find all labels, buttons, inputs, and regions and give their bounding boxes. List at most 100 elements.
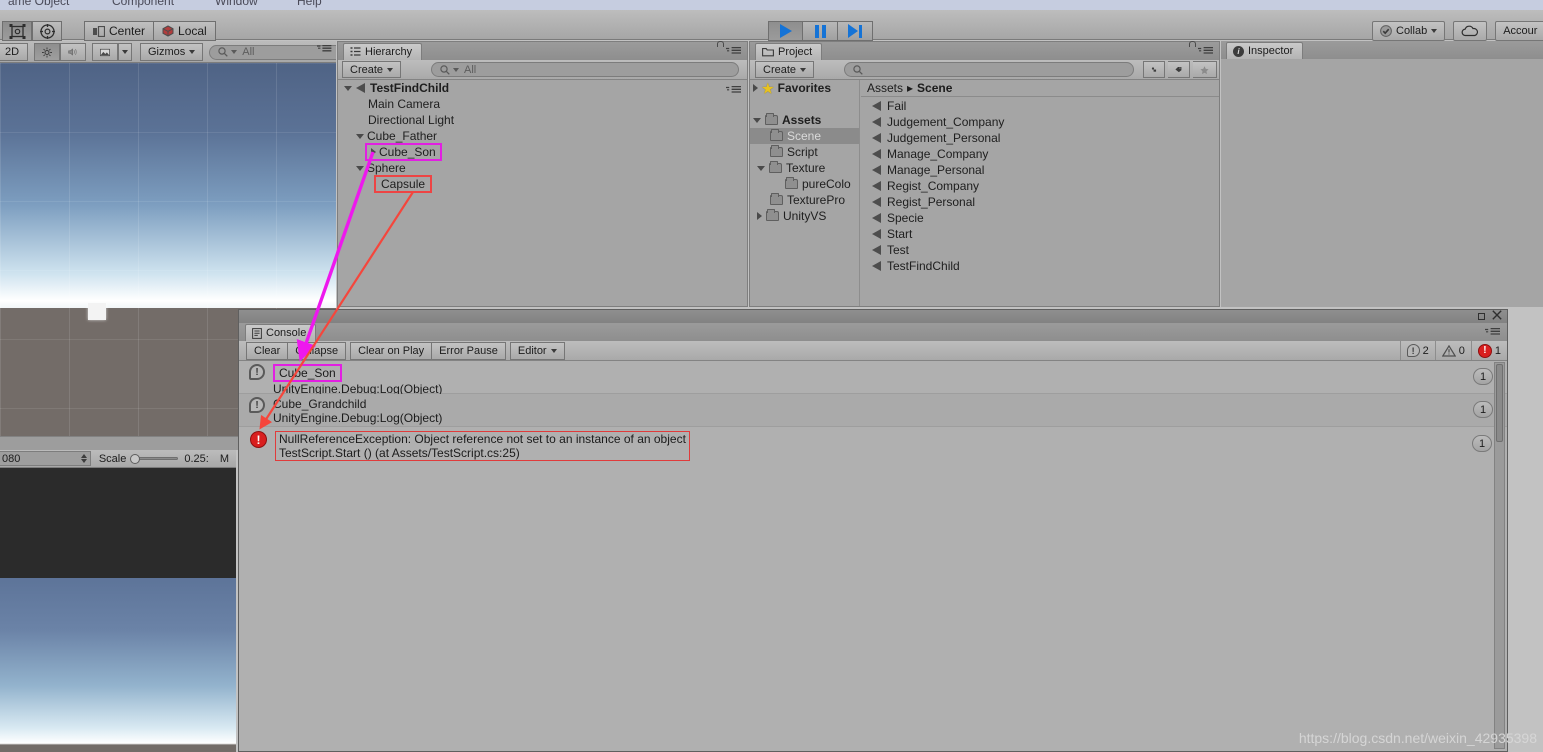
hierarchy-item-capsule[interactable]: Capsule bbox=[338, 176, 747, 192]
tab-console[interactable]: Console bbox=[245, 324, 316, 341]
console-clear-button[interactable]: Clear bbox=[246, 342, 288, 360]
game-maximize-button[interactable]: M bbox=[213, 450, 236, 468]
menu-item-help[interactable]: Help bbox=[297, 0, 322, 8]
chevron-right-icon[interactable] bbox=[371, 148, 376, 156]
project-tree-textureprocess[interactable]: TexturePro bbox=[750, 192, 859, 208]
project-asset-specie[interactable]: Specie bbox=[861, 210, 1219, 226]
project-asset-fail[interactable]: Fail bbox=[861, 98, 1219, 114]
project-tree-assets[interactable]: Assets bbox=[750, 112, 859, 128]
hierarchy-search-input[interactable]: All bbox=[431, 62, 739, 77]
console-message-list[interactable]: ! Cube_Son UnityEngine.Debug:Log(Object)… bbox=[239, 361, 1507, 751]
chevron-down-icon[interactable] bbox=[757, 166, 765, 171]
scene-fx-dropdown[interactable] bbox=[118, 43, 132, 61]
scene-lighting-toggle[interactable] bbox=[34, 43, 60, 61]
hierarchy-item-testfindchild[interactable]: TestFindChild bbox=[338, 80, 747, 96]
pause-button[interactable] bbox=[803, 21, 838, 41]
asset-label: Specie bbox=[887, 211, 924, 225]
console-message-row[interactable]: ! Cube_Grandchild UnityEngine.Debug:Log(… bbox=[239, 394, 1507, 427]
project-filter-type-button[interactable] bbox=[1143, 61, 1165, 78]
console-error-counter[interactable]: ! 1 bbox=[1471, 341, 1507, 360]
scene-gizmos-dropdown[interactable]: Gizmos bbox=[140, 43, 203, 61]
chevron-down-icon[interactable] bbox=[356, 166, 364, 171]
game-resolution-dropdown[interactable]: 080 bbox=[0, 451, 91, 466]
hierarchy-scene-menu-icon[interactable] bbox=[725, 83, 742, 97]
hierarchy-item-main-camera[interactable]: Main Camera bbox=[338, 96, 747, 112]
game-viewport[interactable] bbox=[0, 468, 236, 752]
project-asset-manage-company[interactable]: Manage_Company bbox=[861, 146, 1219, 162]
pivot-rotation-button[interactable]: Local bbox=[154, 21, 216, 41]
scrollbar-thumb[interactable] bbox=[1496, 364, 1503, 442]
console-message-row[interactable]: ! NullReferenceException: Object referen… bbox=[239, 427, 1507, 460]
project-tree-purecolor[interactable]: pureColo bbox=[750, 176, 859, 192]
console-info-counter[interactable]: ! 2 bbox=[1400, 341, 1435, 360]
hierarchy-create-button[interactable]: Create bbox=[342, 61, 401, 78]
menu-item-gameobject[interactable]: ame Object bbox=[8, 0, 69, 8]
console-panel-menu-icon[interactable] bbox=[1484, 327, 1501, 339]
collab-button[interactable]: Collab bbox=[1372, 21, 1445, 41]
close-icon[interactable] bbox=[1492, 310, 1502, 323]
account-button[interactable]: Accour bbox=[1495, 21, 1543, 41]
scene-fx-toggle[interactable] bbox=[92, 43, 118, 61]
minimize-icon[interactable] bbox=[1478, 313, 1485, 320]
play-button[interactable] bbox=[768, 21, 803, 41]
menu-bar[interactable]: ame Object Component Window Help bbox=[0, 0, 1543, 10]
game-view[interactable]: 080 Scale 0.25: M bbox=[0, 450, 236, 752]
console-editor-dropdown[interactable]: Editor bbox=[510, 342, 565, 360]
console-warning-counter[interactable]: 0 bbox=[1435, 341, 1471, 360]
scene-2d-toggle[interactable]: 2D bbox=[0, 43, 28, 61]
project-filter-label-button[interactable] bbox=[1168, 61, 1190, 78]
console-message-row[interactable]: ! Cube_Son UnityEngine.Debug:Log(Object)… bbox=[239, 361, 1507, 394]
console-clear-on-play-button[interactable]: Clear on Play bbox=[350, 342, 432, 360]
pivot-mode-button[interactable]: Center bbox=[84, 21, 154, 41]
chevron-right-icon[interactable] bbox=[753, 84, 758, 92]
project-asset-start[interactable]: Start bbox=[861, 226, 1219, 242]
project-panel-menu-icon[interactable] bbox=[1197, 46, 1214, 58]
project-asset-test[interactable]: Test bbox=[861, 242, 1219, 258]
hierarchy-tree[interactable]: TestFindChild Main Camera Directional Li… bbox=[338, 80, 747, 306]
hierarchy-item-cube-son[interactable]: Cube_Son bbox=[338, 144, 747, 160]
scene-audio-toggle[interactable] bbox=[60, 43, 86, 61]
project-tree-texture[interactable]: Texture bbox=[750, 160, 859, 176]
chevron-down-icon[interactable] bbox=[356, 134, 364, 139]
project-asset-manage-personal[interactable]: Manage_Personal bbox=[861, 162, 1219, 178]
hierarchy-panel-menu-icon[interactable] bbox=[725, 46, 742, 58]
cloud-button[interactable] bbox=[1453, 21, 1487, 41]
project-asset-regist-personal[interactable]: Regist_Personal bbox=[861, 194, 1219, 210]
step-button[interactable] bbox=[838, 21, 873, 41]
project-asset-testfindchild[interactable]: TestFindChild bbox=[861, 258, 1219, 274]
chevron-down-icon[interactable] bbox=[753, 118, 761, 123]
project-create-button[interactable]: Create bbox=[755, 61, 814, 78]
console-scrollbar[interactable] bbox=[1494, 362, 1505, 749]
rect-tool-icon[interactable] bbox=[2, 21, 32, 41]
menu-item-component[interactable]: Component bbox=[112, 0, 174, 8]
transform-tool-icon[interactable] bbox=[32, 21, 62, 41]
scene-panel-menu-icon[interactable] bbox=[316, 44, 332, 56]
hierarchy-item-sphere[interactable]: Sphere bbox=[338, 160, 747, 176]
hierarchy-item-cube-father[interactable]: Cube_Father bbox=[338, 128, 747, 144]
breadcrumb-assets[interactable]: Assets bbox=[867, 81, 903, 95]
chevron-right-icon[interactable] bbox=[757, 212, 762, 220]
hierarchy-item-directional-light[interactable]: Directional Light bbox=[338, 112, 747, 128]
chevron-down-icon[interactable] bbox=[344, 86, 352, 91]
tab-inspector[interactable]: i Inspector bbox=[1226, 42, 1303, 59]
console-collapse-button[interactable]: Collapse bbox=[288, 342, 346, 360]
project-tree-favorites[interactable]: ★ Favorites bbox=[750, 80, 859, 96]
project-favorites-button[interactable] bbox=[1193, 61, 1217, 78]
scene-object-cube[interactable] bbox=[88, 303, 106, 320]
project-search-input[interactable] bbox=[844, 62, 1134, 77]
project-asset-judgement-personal[interactable]: Judgement_Personal bbox=[861, 130, 1219, 146]
tab-hierarchy[interactable]: Hierarchy bbox=[343, 43, 422, 60]
project-tree-unityvs[interactable]: UnityVS bbox=[750, 208, 859, 224]
menu-item-window[interactable]: Window bbox=[215, 0, 258, 8]
project-asset-list[interactable]: Fail Judgement_Company Judgement_Persona… bbox=[861, 97, 1219, 274]
project-asset-judgement-company[interactable]: Judgement_Company bbox=[861, 114, 1219, 130]
breadcrumb-scene[interactable]: Scene bbox=[917, 81, 952, 95]
project-tree-script[interactable]: Script bbox=[750, 144, 859, 160]
game-scale-slider[interactable] bbox=[132, 457, 178, 460]
tab-project[interactable]: Project bbox=[755, 43, 822, 60]
project-tree-scene[interactable]: Scene bbox=[750, 128, 859, 144]
project-folder-tree[interactable]: ★ Favorites Assets Scene Script Texture … bbox=[750, 80, 860, 306]
console-error-pause-button[interactable]: Error Pause bbox=[432, 342, 506, 360]
project-assets-pane[interactable]: Assets ▸ Scene Fail Judgement_Company Ju… bbox=[861, 80, 1219, 306]
project-asset-regist-company[interactable]: Regist_Company bbox=[861, 178, 1219, 194]
